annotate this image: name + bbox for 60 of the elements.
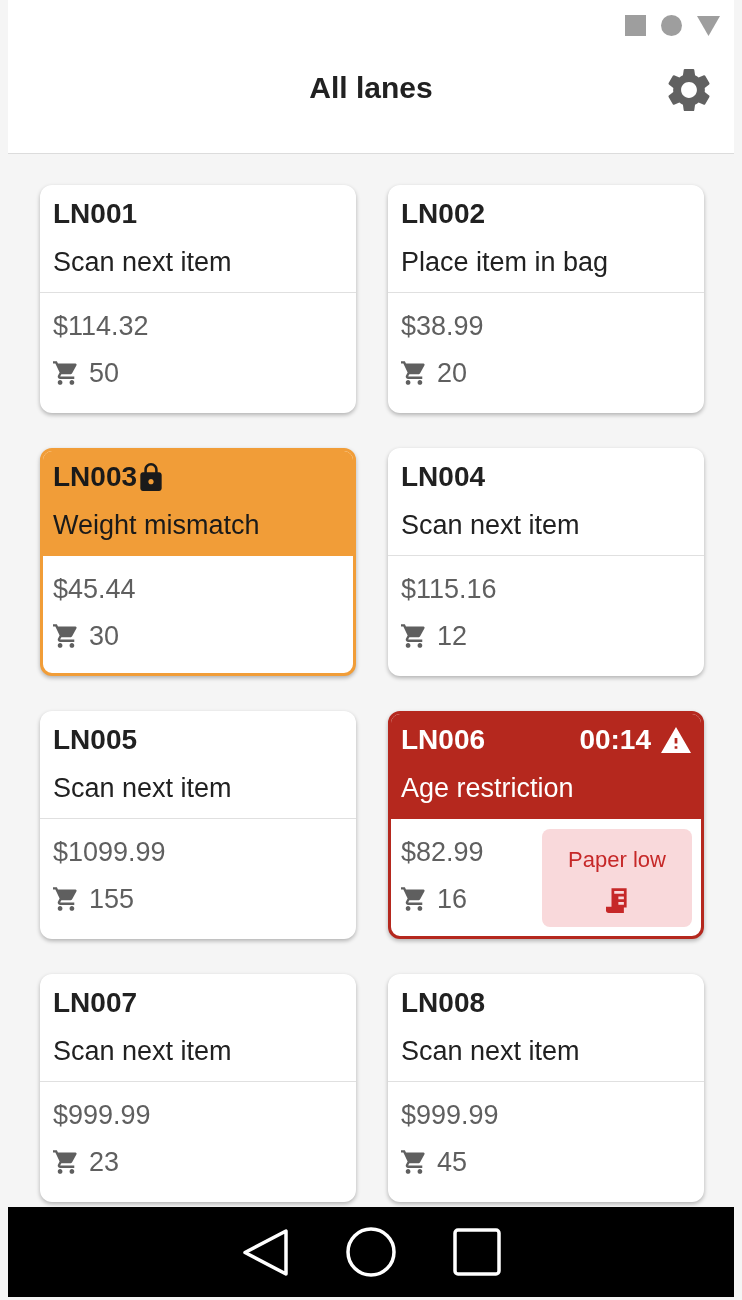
lane-total: $115.16 (401, 573, 497, 606)
lane-card[interactable]: LN001 Scan next item $114.32 50 (40, 185, 356, 413)
lane-total: $1099.99 (53, 836, 166, 869)
lane-status: Weight mismatch (53, 509, 260, 542)
screen-title: All lanes (309, 70, 433, 106)
cart-icon (53, 887, 79, 911)
lane-id: LN008 (401, 986, 486, 1020)
item-count: 50 (89, 357, 120, 390)
lane-card[interactable]: LN005 Scan next item $1099.99 155 (40, 711, 356, 939)
lane-total: $999.99 (53, 1099, 151, 1132)
recents-button[interactable] (452, 1228, 501, 1276)
lane-card[interactable]: LN002 Place item in bag $38.99 20 (388, 185, 704, 413)
item-count: 45 (437, 1146, 468, 1179)
item-count: 20 (437, 357, 468, 390)
lane-total: $999.99 (401, 1099, 499, 1132)
lane-id: LN005 (53, 723, 138, 757)
notice-text: Paper low (568, 846, 666, 874)
receipt-icon (606, 888, 628, 913)
cart-icon (53, 1150, 79, 1174)
lane-id: LN007 (53, 986, 138, 1020)
lane-total: $45.44 (53, 573, 136, 606)
status-triangle-icon (697, 15, 720, 36)
lane-id: LN003 (53, 460, 138, 494)
lane-status: Scan next item (401, 509, 580, 542)
lane-card[interactable]: LN007 Scan next item $999.99 23 (40, 974, 356, 1202)
status-square-icon (625, 15, 646, 36)
home-button[interactable] (345, 1227, 396, 1277)
back-button[interactable] (241, 1227, 289, 1277)
lane-card[interactable]: LN004 Scan next item $115.16 12 (388, 448, 704, 676)
lane-status: Age restriction (401, 772, 574, 805)
lane-status: Scan next item (53, 772, 232, 805)
cart-icon (401, 361, 427, 385)
lane-status: Scan next item (53, 1035, 232, 1068)
lane-id: LN006 (401, 723, 486, 757)
cart-icon (53, 361, 79, 385)
cart-icon (401, 624, 427, 648)
lane-status: Place item in bag (401, 246, 609, 279)
cart-icon (401, 887, 427, 911)
lane-card[interactable]: LN003 Weight mismatch $45.44 30 (40, 448, 356, 676)
cart-icon (401, 1150, 427, 1174)
item-count: 16 (437, 883, 468, 916)
warning-icon (661, 727, 691, 753)
lane-status: Scan next item (53, 246, 232, 279)
item-count: 155 (89, 883, 135, 916)
settings-icon[interactable] (668, 68, 710, 112)
item-count: 30 (89, 620, 120, 653)
status-circle-icon (661, 15, 682, 36)
lane-status: Scan next item (401, 1035, 580, 1068)
item-count: 12 (437, 620, 468, 653)
timer: 00:14 (579, 723, 651, 757)
lane-total: $114.32 (53, 310, 149, 343)
item-count: 23 (89, 1146, 120, 1179)
lane-total: $38.99 (401, 310, 484, 343)
lane-total: $82.99 (401, 836, 484, 869)
lane-id: LN002 (401, 197, 486, 231)
lane-id: LN001 (53, 197, 138, 231)
lane-card[interactable]: LN006 00:14 Age restriction $82.99 16 Paper low (388, 711, 704, 939)
lane-card[interactable]: LN008 Scan next item $999.99 45 (388, 974, 704, 1202)
lane-id: LN004 (401, 460, 486, 494)
cart-icon (53, 624, 79, 648)
